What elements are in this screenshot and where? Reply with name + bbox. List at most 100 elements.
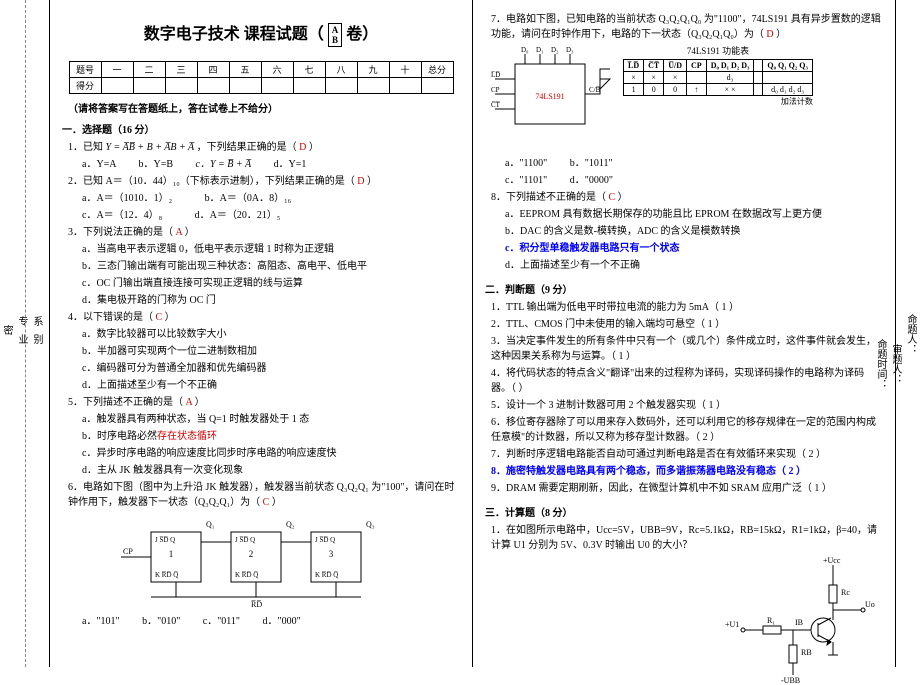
svg-text:RB: RB (801, 648, 812, 657)
q8-stem: 8．下列描述不正确的是（ (491, 192, 606, 203)
q3-ans: A (176, 227, 183, 238)
q7c: c．"1101" (505, 175, 547, 186)
score-h9: 九 (357, 62, 389, 78)
svg-text:K R̅D̅ Q̅: K R̅D̅ Q̅ (235, 571, 258, 579)
j7: 7．判断时序逻辑电路能否自动可通过判断电路是否在有效循环来实现（ 2 ） (491, 447, 883, 462)
q2-opts2: c．A＝（12．4）₈ d．A＝（20．21）₅ (82, 208, 460, 223)
q8c: c．积分型单稳触发器电路只有一个状态 (505, 241, 883, 256)
q4c: c．编码器可分为普通全加器和优先编码器 (82, 361, 460, 376)
q5-close: ） (195, 397, 205, 408)
j4: 4．将代码状态的特点含义"翻译"出来的过程称为译码，实现译码操作的电路称为译码器… (491, 366, 883, 396)
q4b: b．半加器可实现两个一位二进制数相加 (82, 344, 460, 359)
q7-stem: 7．电路如下图，已知电路的当前状态 Q₃Q₂Q₁Q₀ 为"1100"，74LS1… (491, 14, 881, 40)
score-h11: 总分 (421, 62, 453, 78)
svg-text:J S̅D̅ Q: J S̅D̅ Q (155, 536, 175, 544)
q1-close: ） (309, 142, 319, 153)
q4-ans: C (156, 312, 163, 323)
table-row: 题号 一 二 三 四 五 六 七 八 九 十 总分 (69, 62, 453, 78)
q8b: b．DAC 的含义是数-模转换，ADC 的含义是模数转换 (505, 224, 883, 239)
j9: 9．DRAM 需要定期刷新，因此，在微型计算机中不如 SRAM 应用广泛（ 1 … (491, 481, 883, 496)
q2-opts1: a．A＝（1010．1）₂ b．A＝（0A．8）₁₆ (82, 191, 460, 206)
svg-text:C̅T̅: C̅T̅ (491, 101, 501, 109)
q7b: b．"1011" (570, 158, 613, 169)
q4: 4．以下错误的是（ C ） (68, 310, 460, 325)
svg-text:L̅D̅: L̅D̅ (491, 71, 500, 79)
q1d: d．Y=1 (274, 159, 307, 170)
svg-text:Q₂: Q₂ (286, 520, 295, 529)
svg-text:K R̅D̅ Q̅: K R̅D̅ Q̅ (315, 571, 338, 579)
q1b: b．Y=B (138, 159, 173, 170)
q4d: d．上面描述至少有一个不正确 (82, 378, 460, 393)
ab-box: A B (328, 23, 343, 47)
q6b: b．"010" (142, 616, 180, 627)
svg-text:Q₃: Q₃ (366, 520, 375, 529)
table-row: L̅D̅C̅T̅U̅/DCPD₀ D₁ D₂ D₃Q₀ Q₁ Q₂ Q₃ (624, 60, 813, 72)
q5b-pre: b．时序电路必然 (82, 431, 157, 442)
right-column: 7．电路如下图，已知电路的当前状态 Q₃Q₂Q₁Q₀ 为"1100"，74LS1… (473, 0, 896, 667)
section-3-title: 三．计算题（8 分） (485, 504, 883, 519)
left-binding-margin: 系别 专业 密 班级 封 学号 线 姓名 (0, 0, 50, 667)
title-main: 数字电子技术 课程试题（ (144, 26, 324, 43)
q6c: c．"011" (203, 616, 240, 627)
svg-text:2: 2 (249, 549, 254, 559)
svg-text:IB: IB (795, 618, 803, 627)
q5d: d．主从 JK 触发器具有一次变化现象 (82, 463, 460, 478)
j2: 2．TTL、CMOS 门中未使用的输入端均可悬空（ 1 ） (491, 317, 883, 332)
table-row: ×××d₃ (624, 72, 813, 84)
score-h5: 五 (229, 62, 261, 78)
q5-stem: 5．下列描述不正确的是（ (68, 397, 183, 408)
q4-stem: 4．以下错误的是（ (68, 312, 153, 323)
j5: 5．设计一个 3 进制计数器可用 2 个触发器实现（ 1 ） (491, 398, 883, 413)
q5a: a．触发器具有两种状态，当 Q=1 时触发器处于 1 态 (82, 412, 460, 427)
svg-text:C/B̅: C/B̅ (589, 86, 601, 94)
q1-post: ，下列结果正确的是（ (197, 142, 297, 153)
q8-close: ） (618, 192, 628, 203)
q2d: d．A＝（20．21）₅ (195, 210, 281, 221)
q3-close: ） (185, 227, 195, 238)
svg-text:3: 3 (329, 549, 334, 559)
margin-major: 专业 (14, 20, 29, 647)
calc1: 1．在如图所示电路中，Ucc=5V，UBB=9V，Rc=5.1kΩ，RB=15k… (491, 523, 883, 553)
q3b: b．三态门输出端有可能出现三种状态：高阻态、高电平、低电平 (82, 259, 460, 274)
margin-seal3: 密 (0, 20, 14, 647)
q2-stem: 2．已知 A＝（10．44）₁₀（下标表示进制），下列结果正确的是（ (68, 176, 355, 187)
svg-text:Rc: Rc (841, 588, 850, 597)
j8: 8．施密特触发器电路具有两个稳态，而多谐振荡器电路没有稳态（ 2 ） (491, 464, 883, 479)
q1a: a．Y=A (82, 159, 116, 170)
q5: 5．下列描述不正确的是（ A ） (68, 395, 460, 410)
q1c: c．Y = B̅ + A̅ (196, 159, 252, 170)
q6d: d．"000" (263, 616, 301, 627)
cp-label: CP (123, 547, 133, 556)
q2-close: ） (367, 176, 377, 187)
svg-text:74LS191: 74LS191 (535, 92, 564, 101)
svg-text:D₃: D₃ (566, 46, 574, 54)
svg-text:CP: CP (491, 86, 500, 94)
table-row: 得分 (69, 78, 453, 94)
svg-text:-UBB: -UBB (781, 676, 800, 685)
j1: 1．TTL 输出端为低电平时带拉电流的能力为 5mA（ 1 ） (491, 300, 883, 315)
q3d: d．集电极开路的门称为 OC 门 (82, 293, 460, 308)
score-h1: 一 (101, 62, 133, 78)
q7-close: ） (776, 29, 786, 40)
table-row: 100↑× ×d₀ d₁ d₂ d₃ (624, 84, 813, 96)
q2a: a．A＝（1010．1）₂ (82, 193, 172, 204)
q7d: d．"0000" (570, 175, 613, 186)
func-table-wrap: 74LS191 功能表 L̅D̅C̅T̅U̅/DCPD₀ D₁ D₂ D₃Q₀ … (623, 44, 813, 107)
q1-ans: D (299, 142, 306, 153)
svg-text:Q₁: Q₁ (206, 520, 215, 529)
ab-a: A (332, 25, 339, 35)
left-column: 数字电子技术 课程试题（ A B 卷） 题号 一 二 三 四 五 六 七 八 九… (50, 0, 473, 667)
ab-b: B (332, 35, 338, 45)
q8d: d．上面描述至少有一个不正确 (505, 258, 883, 273)
score-row2: 得分 (69, 78, 101, 94)
svg-text:R̅D̅: R̅D̅ (250, 600, 262, 609)
section-2-title: 二．判断题（9 分） (485, 281, 883, 296)
svg-text:J S̅D̅ Q: J S̅D̅ Q (315, 536, 335, 544)
q8-ans: C (609, 192, 616, 203)
q6-stem: 6．电路如下图（图中为上升沿 JK 触发器），触发器当前状态 Q₃Q₂Q₁ 为"… (68, 482, 454, 508)
q5-ans: A (186, 397, 193, 408)
func-title: 74LS191 功能表 (623, 44, 813, 57)
q1-pre: 1．已知 (68, 142, 106, 153)
svg-text:J S̅D̅ Q: J S̅D̅ Q (235, 536, 255, 544)
score-h8: 八 (325, 62, 357, 78)
